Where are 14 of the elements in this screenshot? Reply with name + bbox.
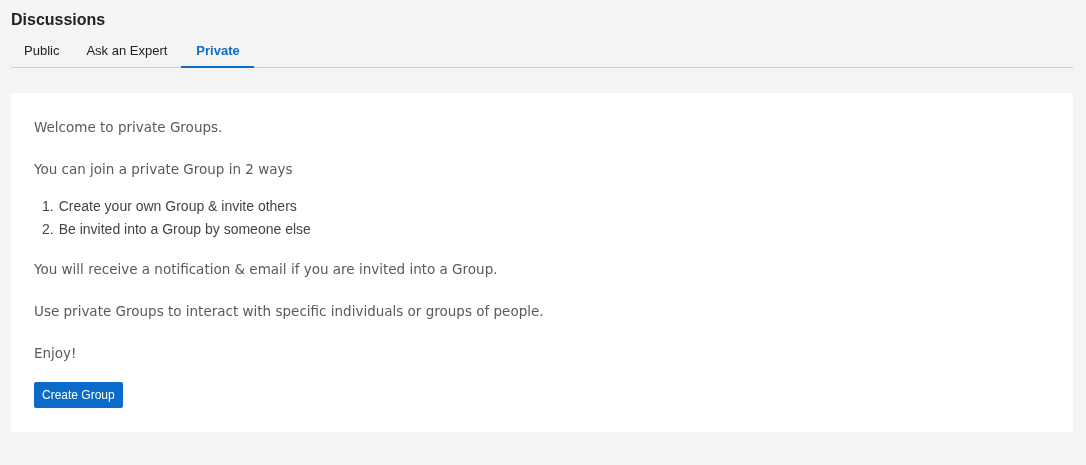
paragraph: You can join a private Group in 2 ways bbox=[34, 160, 294, 179]
list-item-text: Be invited into a Group by someone else bbox=[58, 220, 311, 239]
paragraph: Use private Groups to interact with specific individuals or groups of people. bbox=[34, 302, 545, 321]
list-number: 2. bbox=[42, 220, 54, 239]
page-title: Discussions bbox=[11, 10, 107, 29]
paragraph: Enjoy! bbox=[34, 344, 78, 363]
list-number: 1. bbox=[42, 197, 54, 216]
paragraph: Welcome to private Groups. bbox=[34, 118, 224, 137]
tab[interactable]: Public bbox=[11, 41, 71, 68]
paragraph: You will receive a notification & email if you are invited into a Group. bbox=[34, 260, 499, 279]
create-group-button[interactable]: Create Group bbox=[34, 382, 123, 408]
tab[interactable]: Private bbox=[181, 41, 254, 68]
tab[interactable]: Ask an Expert bbox=[70, 41, 182, 68]
list-item-text: Create your own Group & invite others bbox=[58, 197, 297, 216]
